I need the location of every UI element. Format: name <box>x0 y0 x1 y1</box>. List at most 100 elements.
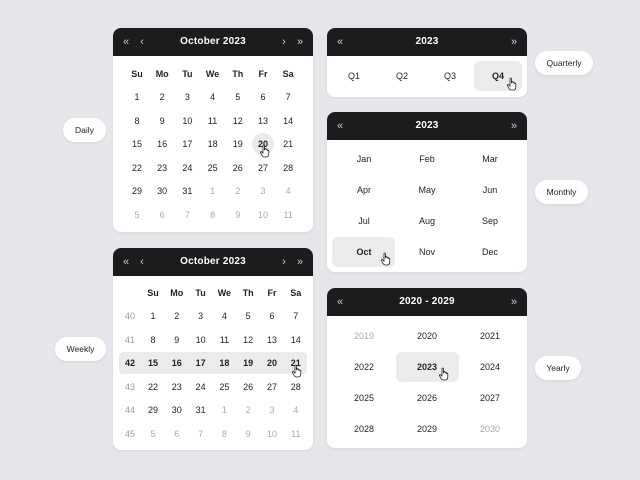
month-cell[interactable]: Aug <box>398 214 456 228</box>
day-cell[interactable]: 19 <box>236 354 260 372</box>
day-cell[interactable]: 8 <box>212 425 236 443</box>
chevron-right-icon[interactable]: › <box>277 248 291 276</box>
day-cell[interactable]: 11 <box>212 331 236 349</box>
day-cell[interactable]: 22 <box>125 159 149 177</box>
day-cell[interactable]: 11 <box>284 425 308 443</box>
day-cell[interactable]: 11 <box>201 112 225 130</box>
day-cell[interactable]: 9 <box>165 331 189 349</box>
month-cell[interactable]: Jan <box>335 152 393 166</box>
day-cell[interactable]: 31 <box>175 182 199 200</box>
day-cell[interactable]: 5 <box>236 307 260 325</box>
year-cell[interactable]: 2021 <box>461 329 519 343</box>
selected-week-number[interactable]: 42 <box>119 354 141 372</box>
day-cell[interactable]: 9 <box>236 425 260 443</box>
day-cell[interactable]: 6 <box>251 88 275 106</box>
day-cell[interactable]: 31 <box>189 401 213 419</box>
month-cell[interactable]: May <box>398 183 456 197</box>
day-cell[interactable]: 5 <box>125 206 149 224</box>
day-cell[interactable]: 21 <box>276 135 300 153</box>
year-cell[interactable]: 2020 <box>398 329 456 343</box>
day-cell[interactable]: 13 <box>260 331 284 349</box>
month-cell[interactable]: Apr <box>335 183 393 197</box>
day-cell[interactable]: 22 <box>141 378 165 396</box>
day-cell[interactable]: 6 <box>165 425 189 443</box>
double-chevron-right-icon[interactable]: » <box>507 112 521 140</box>
year-cell[interactable]: 2024 <box>461 360 519 374</box>
year-cell[interactable]: 2030 <box>461 422 519 436</box>
day-cell[interactable]: 1 <box>201 182 225 200</box>
day-cell[interactable]: 2 <box>165 307 189 325</box>
day-cell[interactable]: 29 <box>125 182 149 200</box>
week-number[interactable]: 44 <box>119 401 141 419</box>
day-cell[interactable]: 10 <box>175 112 199 130</box>
day-cell[interactable]: 13 <box>251 112 275 130</box>
day-cell[interactable]: 17 <box>189 354 213 372</box>
day-cell[interactable]: 30 <box>165 401 189 419</box>
day-cell[interactable]: 4 <box>276 182 300 200</box>
week-number[interactable]: 41 <box>119 331 141 349</box>
month-cell[interactable]: Sep <box>461 214 519 228</box>
day-cell[interactable]: 14 <box>284 331 308 349</box>
day-cell[interactable]: 25 <box>212 378 236 396</box>
day-cell[interactable]: 27 <box>251 159 275 177</box>
year-cell[interactable]: 2022 <box>335 360 393 374</box>
day-cell[interactable]: 7 <box>189 425 213 443</box>
day-cell[interactable]: 2 <box>236 401 260 419</box>
day-cell[interactable]: 29 <box>141 401 165 419</box>
day-cell[interactable]: 30 <box>150 182 174 200</box>
year-cell[interactable]: 2028 <box>335 422 393 436</box>
day-cell[interactable]: 3 <box>251 182 275 200</box>
day-cell[interactable]: 26 <box>236 378 260 396</box>
day-cell[interactable]: 4 <box>212 307 236 325</box>
day-cell[interactable]: 9 <box>150 112 174 130</box>
month-cell[interactable]: Feb <box>398 152 456 166</box>
day-cell[interactable]: 7 <box>276 88 300 106</box>
quarter-cell[interactable]: Q3 <box>427 69 473 83</box>
year-cell[interactable]: 2029 <box>398 422 456 436</box>
day-cell[interactable]: 8 <box>125 112 149 130</box>
day-cell[interactable]: 10 <box>189 331 213 349</box>
day-cell[interactable]: 5 <box>226 88 250 106</box>
day-cell[interactable]: 4 <box>284 401 308 419</box>
day-cell[interactable]: 2 <box>150 88 174 106</box>
double-chevron-right-icon[interactable]: » <box>293 28 307 56</box>
day-cell[interactable]: 19 <box>226 135 250 153</box>
month-cell[interactable]: Nov <box>398 245 456 259</box>
day-cell[interactable]: 24 <box>189 378 213 396</box>
month-cell[interactable]: Jul <box>335 214 393 228</box>
quarter-cell[interactable]: Q1 <box>331 69 377 83</box>
day-cell[interactable]: 27 <box>260 378 284 396</box>
day-cell[interactable]: 3 <box>189 307 213 325</box>
day-cell[interactable]: 9 <box>226 206 250 224</box>
double-chevron-right-icon[interactable]: » <box>293 248 307 276</box>
year-cell[interactable]: 2027 <box>461 391 519 405</box>
day-cell[interactable]: 8 <box>141 331 165 349</box>
week-number[interactable]: 45 <box>119 425 141 443</box>
day-cell[interactable]: 7 <box>284 307 308 325</box>
year-cell[interactable]: 2019 <box>335 329 393 343</box>
day-cell[interactable]: 14 <box>276 112 300 130</box>
day-cell[interactable]: 3 <box>175 88 199 106</box>
day-cell[interactable]: 12 <box>226 112 250 130</box>
day-cell[interactable]: 1 <box>125 88 149 106</box>
day-cell[interactable]: 17 <box>175 135 199 153</box>
year-cell[interactable]: 2026 <box>398 391 456 405</box>
day-cell[interactable]: 16 <box>165 354 189 372</box>
day-cell[interactable]: 8 <box>201 206 225 224</box>
day-cell[interactable]: 16 <box>150 135 174 153</box>
day-cell[interactable]: 15 <box>125 135 149 153</box>
week-number[interactable]: 43 <box>119 378 141 396</box>
year-cell[interactable]: 2025 <box>335 391 393 405</box>
month-cell[interactable]: Jun <box>461 183 519 197</box>
day-cell[interactable]: 18 <box>212 354 236 372</box>
day-cell[interactable]: 20 <box>260 354 284 372</box>
day-cell[interactable]: 4 <box>201 88 225 106</box>
day-cell[interactable]: 28 <box>276 159 300 177</box>
day-cell[interactable]: 1 <box>212 401 236 419</box>
day-cell[interactable]: 6 <box>150 206 174 224</box>
day-cell[interactable]: 25 <box>201 159 225 177</box>
day-cell[interactable]: 1 <box>141 307 165 325</box>
day-cell[interactable]: 23 <box>150 159 174 177</box>
chevron-right-icon[interactable]: › <box>277 28 291 56</box>
day-cell[interactable]: 10 <box>260 425 284 443</box>
